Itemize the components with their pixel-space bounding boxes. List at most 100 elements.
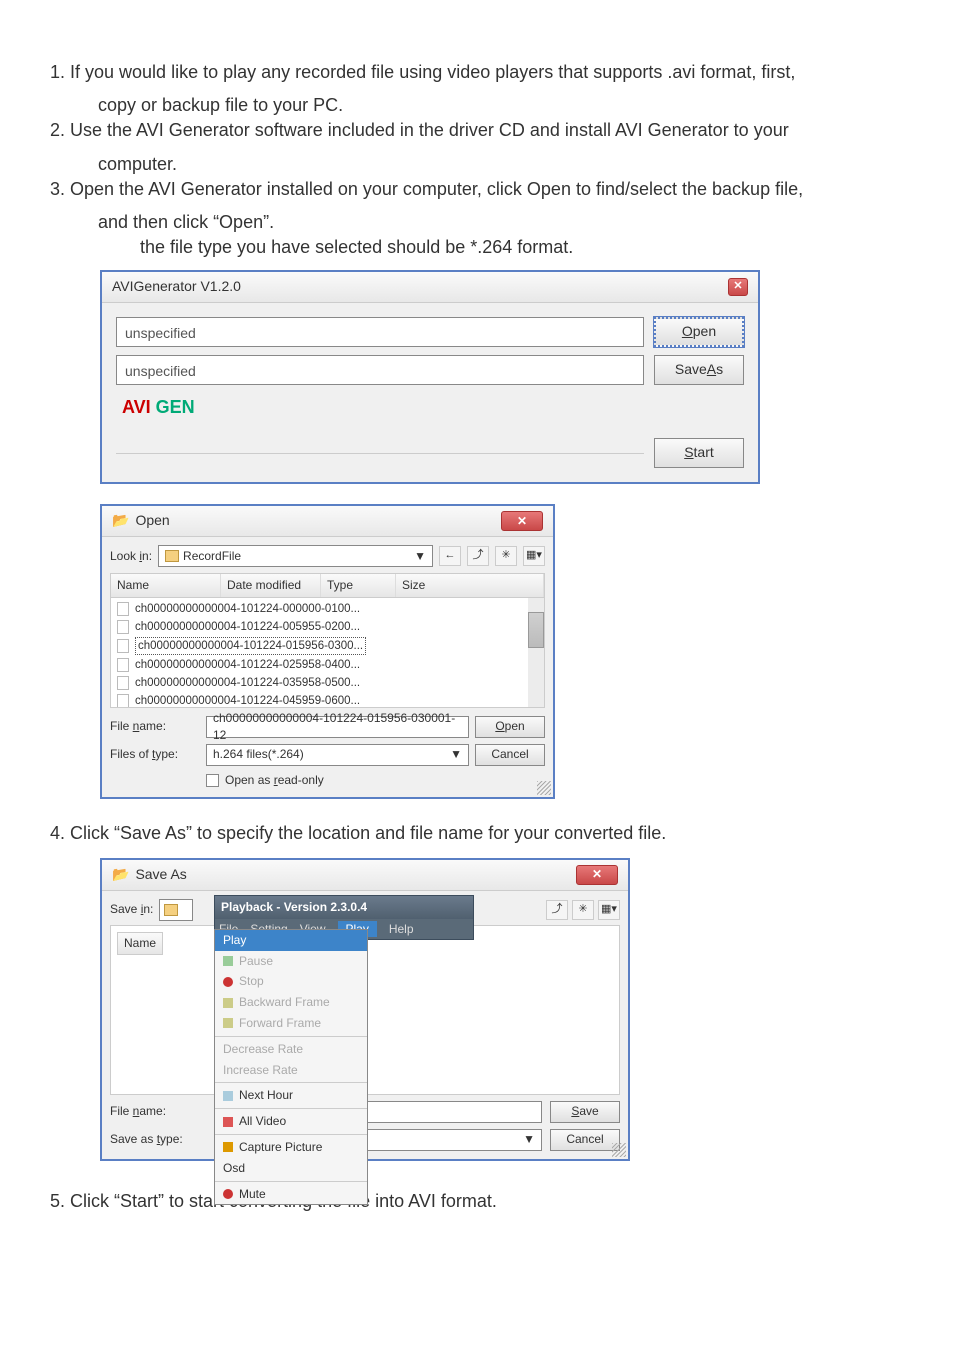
open-dialog-title: Open [135, 511, 169, 531]
open-button[interactable]: Open [475, 716, 545, 738]
col-type[interactable]: Type [321, 574, 396, 597]
filename-input[interactable]: ch00000000000004-101224-015956-030001-12 [206, 716, 469, 738]
avi-gen-brand: AVI GEN [122, 395, 744, 420]
dropdown-item-mute[interactable]: Mute [215, 1184, 367, 1205]
file-row[interactable]: ch00000000000004-101224-045959-0600... [113, 692, 542, 708]
instruction-step3b: and then click “Open”. [98, 210, 904, 235]
scrollbar-thumb[interactable] [528, 612, 544, 648]
close-icon[interactable]: ✕ [728, 278, 748, 296]
file-icon [117, 676, 129, 690]
cancel-button[interactable]: Cancel [475, 744, 545, 766]
dropdown-item-incrate: Increase Rate [215, 1060, 367, 1081]
open-button[interactable]: Open [654, 317, 744, 347]
file-icon [117, 694, 129, 707]
up-icon[interactable]: ⤴ [546, 900, 568, 920]
col-date[interactable]: Date modified [221, 574, 321, 597]
up-icon[interactable]: ⤴ [467, 546, 489, 566]
instruction-step1b: copy or backup file to your PC. [98, 93, 904, 118]
avigenerator-window: AVIGenerator V1.2.0 ✕ unspecified Open u… [100, 270, 760, 484]
savein-label: Save in: [110, 901, 153, 918]
resize-grip[interactable] [537, 781, 551, 795]
saveas-dialog-title: Save As [135, 865, 186, 885]
saveastype-label: Save as type: [110, 1131, 210, 1148]
file-row[interactable]: ch00000000000004-101224-005955-0200... [113, 618, 542, 636]
folder-icon [165, 550, 179, 562]
open-dialog-icon: 📂 [112, 511, 129, 531]
checkbox[interactable] [206, 774, 219, 787]
savein-select[interactable] [159, 899, 193, 921]
open-dialog: 📂 Open ✕ Look in: RecordFile ▼ ← ⤴ ✳ ▦▾ … [100, 504, 555, 799]
lookin-select[interactable]: RecordFile ▼ [158, 545, 433, 567]
filename-label: File name: [110, 1103, 210, 1120]
resize-grip[interactable] [612, 1143, 626, 1157]
mute-icon [223, 1189, 233, 1199]
file-row[interactable]: ch00000000000004-101224-025958-0400... [113, 656, 542, 674]
avigenerator-titlebar: AVIGenerator V1.2.0 ✕ [102, 272, 758, 303]
file-row[interactable]: ch00000000000004-101224-015956-0300... [113, 636, 542, 656]
file-icon [117, 658, 129, 672]
instruction-step4: 4. Click “Save As” to specify the locati… [50, 821, 904, 846]
stop-icon [223, 977, 233, 987]
saveas-titlebar: 📂 Save As ✕ [102, 860, 628, 891]
dropdown-item-stop: Stop [215, 971, 367, 992]
filetype-select[interactable]: h.264 files(*.264)▼ [206, 744, 469, 766]
col-name[interactable]: Name [111, 574, 221, 597]
nexthour-icon [223, 1091, 233, 1101]
instruction-step3: 3. Open the AVI Generator installed on y… [50, 177, 904, 202]
file-row[interactable]: ch00000000000004-101224-000000-0100... [113, 600, 542, 618]
newfolder-icon[interactable]: ✳ [495, 546, 517, 566]
col-name[interactable]: Name [117, 932, 163, 955]
saveas-dialog-icon: 📂 [112, 865, 129, 885]
cancel-button[interactable]: Cancel [550, 1129, 620, 1151]
dropdown-item-fwdframe: Forward Frame [215, 1013, 367, 1034]
playback-title: Playback - Version 2.3.0.4 [215, 896, 473, 919]
lookin-label: Look in: [110, 548, 152, 565]
readonly-checkbox-row[interactable]: Open as read-only [206, 772, 469, 789]
dropdown-item-nexthour[interactable]: Next Hour [215, 1085, 367, 1106]
dropdown-item-osd[interactable]: Osd [215, 1158, 367, 1179]
newfolder-icon[interactable]: ✳ [572, 900, 594, 920]
start-button[interactable]: Start [654, 438, 744, 468]
dropdown-item-allvideo[interactable]: All Video [215, 1111, 367, 1132]
back-icon[interactable]: ← [439, 546, 461, 566]
filetype-label: Files of type: [110, 746, 200, 763]
dropdown-item-backframe: Backward Frame [215, 992, 367, 1013]
close-icon[interactable]: ✕ [576, 865, 618, 885]
file-icon [117, 602, 129, 616]
saveas-dialog: 📂 Save As ✕ Save in: ⤴ ✳ ▦▾ Playback - V… [100, 858, 630, 1161]
menu-help[interactable]: Help [389, 921, 414, 938]
dropdown-item-play[interactable]: Play [215, 930, 367, 951]
open-dialog-titlebar: 📂 Open ✕ [102, 506, 553, 537]
dropdown-item-capture[interactable]: Capture Picture [215, 1137, 367, 1158]
capture-icon [223, 1142, 233, 1152]
readonly-label: Open as read-only [225, 772, 324, 789]
avi-input-source[interactable]: unspecified [116, 317, 644, 347]
dropdown-item-pause: Pause [215, 951, 367, 972]
avi-input-dest[interactable]: unspecified [116, 355, 644, 385]
lookin-value: RecordFile [183, 548, 241, 565]
allvideo-icon [223, 1117, 233, 1127]
file-list[interactable]: ch00000000000004-101224-000000-0100... c… [110, 598, 545, 708]
avigenerator-title: AVIGenerator V1.2.0 [112, 277, 241, 297]
folder-icon [164, 904, 178, 916]
play-dropdown: Play Pause Stop Backward Frame Forward F… [214, 929, 368, 1206]
pause-icon [223, 956, 233, 966]
instruction-step5: 5. Click “Start” to start converting the… [50, 1189, 904, 1214]
forward-frame-icon [223, 1018, 233, 1028]
file-icon [117, 639, 129, 653]
close-icon[interactable]: ✕ [501, 511, 543, 531]
back-frame-icon [223, 998, 233, 1008]
saveas-button[interactable]: Save As [654, 355, 744, 385]
file-row[interactable]: ch00000000000004-101224-035958-0500... [113, 674, 542, 692]
col-size[interactable]: Size [396, 574, 544, 597]
save-button[interactable]: Save [550, 1101, 620, 1123]
file-icon [117, 620, 129, 634]
file-list-header: Name Date modified Type Size [110, 573, 545, 598]
instruction-step3c: the file type you have selected should b… [140, 235, 904, 260]
instruction-step1: 1. If you would like to play any recorde… [50, 60, 904, 85]
instruction-step2: 2. Use the AVI Generator software includ… [50, 118, 904, 143]
filename-label: File name: [110, 718, 200, 735]
views-icon[interactable]: ▦▾ [523, 546, 545, 566]
dropdown-item-decrate: Decrease Rate [215, 1039, 367, 1060]
views-icon[interactable]: ▦▾ [598, 900, 620, 920]
